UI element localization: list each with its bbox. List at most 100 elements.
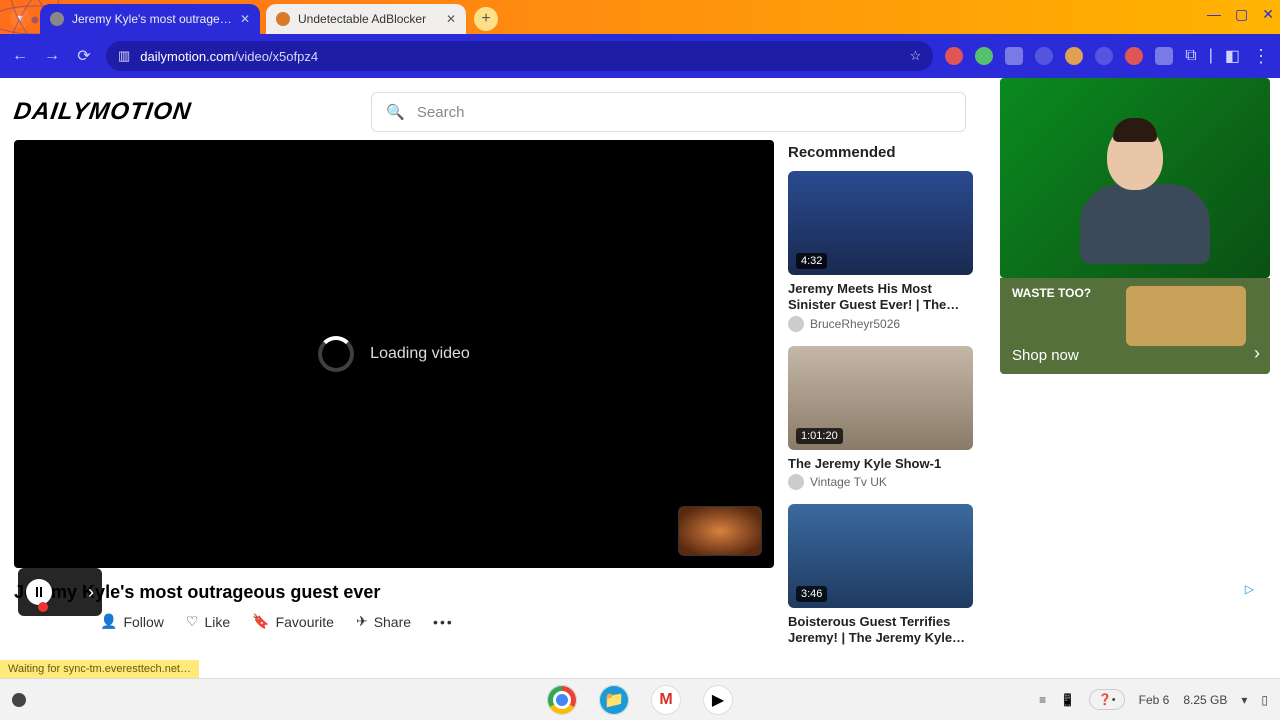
tab-favicon [50,12,64,26]
favourite-button[interactable]: 🔖 Favourite [252,613,334,630]
help-badge[interactable]: ❓• [1089,689,1125,710]
recorder-expand-icon[interactable]: › [88,582,94,603]
recommended-column: Recommended 4:32 Jeremy Meets His Most S… [788,140,983,660]
tab-close-icon[interactable]: ✕ [240,12,250,26]
user-plus-icon: 👤 [100,613,117,630]
site-info-icon[interactable]: ▥ [118,48,130,64]
extension-icon[interactable] [1155,47,1173,65]
like-button[interactable]: ♡ Like [186,613,230,630]
site-logo[interactable]: DAILYMOTION [12,98,193,126]
ad-image [1126,286,1246,346]
ad-cta: Shop now [1012,347,1079,364]
files-app-icon[interactable]: 📁 [599,685,629,715]
recommended-thumbnail[interactable]: 3:46 [788,504,973,608]
extension-icon[interactable] [1065,47,1083,65]
share-button[interactable]: ✈ Share [356,613,411,630]
phone-hub-icon[interactable]: 📱 [1060,693,1075,707]
share-label: Share [374,614,411,630]
recommended-thumbnail[interactable]: 1:01:20 [788,346,973,450]
wifi-icon[interactable]: ▾ [1241,693,1247,707]
duration-badge: 3:46 [796,586,827,602]
duration-badge: 1:01:20 [796,428,843,444]
address-bar[interactable]: ▥ dailymotion.com/video/x5ofpz4 ☆ [106,41,933,71]
shelf-date: Feb 6 [1139,693,1170,707]
shelf-apps: 📁 M ▶ [547,685,733,715]
forward-button[interactable]: → [42,47,62,65]
browser-toolbar: ← → ⟳ ▥ dailymotion.com/video/x5ofpz4 ☆ … [0,34,1280,78]
back-button[interactable]: ← [10,47,30,65]
recommended-title: Jeremy Meets His Most Sinister Guest Eve… [788,281,983,314]
ad-tagline: WASTE TOO? [1012,286,1091,300]
webcam-person [1080,124,1190,264]
system-tray[interactable]: ≡ 📱 ❓• Feb 6 8.25 GB ▾ ▯ [1039,689,1268,710]
screen-recorder-overlay[interactable]: › [18,568,102,616]
recommended-item[interactable]: 4:32 Jeremy Meets His Most Sinister Gues… [788,171,983,332]
recording-indicator-icon [38,602,48,612]
recommended-title: The Jeremy Kyle Show-1 [788,456,983,472]
extension-icon[interactable] [1095,47,1113,65]
tab-search-button[interactable]: ▾ [10,8,30,28]
channel-name: BruceRheyr5026 [810,317,900,331]
video-actions: 👤 Follow ♡ Like 🔖 Favourite ✈ Share ••• [14,613,774,630]
duration-badge: 4:32 [796,253,827,269]
tab-title: Undetectable AdBlocker [298,12,438,26]
extension-icon[interactable] [1005,47,1023,65]
recommended-channel[interactable]: BruceRheyr5026 [788,316,983,332]
pip-thumbnail[interactable] [678,506,762,556]
search-icon: 🔍 [386,103,405,121]
extensions-tray: ⧉ | ◧ ⋮ [945,46,1270,67]
recommended-item[interactable]: 1:01:20 The Jeremy Kyle Show-1 Vintage T… [788,346,983,490]
battery-icon[interactable]: ▯ [1261,693,1268,707]
extensions-menu-icon[interactable]: ⧉ [1185,47,1196,65]
recommended-thumbnail[interactable]: 4:32 [788,171,973,275]
extension-icon[interactable] [1125,47,1143,65]
channel-avatar-icon [788,316,804,332]
new-tab-button[interactable]: + [474,7,498,31]
reload-button[interactable]: ⟳ [74,46,94,66]
loading-label: Loading video [370,345,470,363]
browser-titlebar: ▾ Jeremy Kyle's most outrageo… ✕ Undetec… [0,0,1280,34]
browser-menu-icon[interactable]: ⋮ [1252,46,1270,67]
page-viewport: DAILYMOTION 🔍 Search Loading video Jerem… [0,78,1280,678]
extension-icon[interactable] [975,47,993,65]
search-placeholder: Search [417,104,465,121]
window-maximize-icon[interactable]: ▢ [1235,6,1248,23]
gmail-app-icon[interactable]: M [651,685,681,715]
pause-recording-button[interactable] [26,579,52,605]
share-icon: ✈ [356,613,368,630]
chromeos-shelf: 📁 M ▶ ≡ 📱 ❓• Feb 6 8.25 GB ▾ ▯ [0,678,1280,720]
tab-active[interactable]: Jeremy Kyle's most outrageo… ✕ [40,4,260,34]
window-minimize-icon[interactable]: — [1207,6,1221,23]
tab-close-icon[interactable]: ✕ [446,12,456,26]
shelf-memory: 8.25 GB [1183,693,1227,707]
more-actions-button[interactable]: ••• [433,614,454,630]
video-title: Jeremy Kyle's most outrageous guest ever [14,582,774,603]
video-player[interactable]: Loading video [14,140,774,568]
url-path: /video/x5ofpz4 [234,49,318,64]
bookmark-star-icon[interactable]: ☆ [910,48,922,64]
extension-icon[interactable] [945,47,963,65]
tray-indicator-icon[interactable]: ≡ [1039,693,1046,707]
like-label: Like [204,614,230,630]
right-rail: WASTE TOO? Shop now › ▷ [1000,78,1270,604]
channel-avatar-icon [788,474,804,490]
favourite-label: Favourite [276,614,334,630]
webcam-overlay [1000,78,1270,278]
display-ad[interactable]: WASTE TOO? Shop now › [1000,278,1270,374]
adchoices-icon[interactable]: ▷ [1245,582,1254,596]
window-controls: — ▢ ✕ [1207,6,1274,23]
follow-button[interactable]: 👤 Follow [100,613,164,630]
side-panel-icon[interactable]: ◧ [1225,46,1240,66]
chrome-app-icon[interactable] [547,685,577,715]
extension-icon[interactable] [1035,47,1053,65]
recommended-item[interactable]: 3:46 Boisterous Guest Terrifies Jeremy! … [788,504,983,647]
play-store-icon[interactable]: ▶ [703,685,733,715]
tab-inactive[interactable]: Undetectable AdBlocker ✕ [266,4,466,34]
launcher-button[interactable] [12,693,26,707]
window-close-icon[interactable]: ✕ [1262,6,1274,23]
recommended-channel[interactable]: Vintage Tv UK [788,474,983,490]
tab-title: Jeremy Kyle's most outrageo… [72,12,232,26]
loading-spinner-icon [318,336,354,372]
search-input[interactable]: 🔍 Search [371,92,966,132]
chevron-right-icon: › [1254,343,1260,364]
